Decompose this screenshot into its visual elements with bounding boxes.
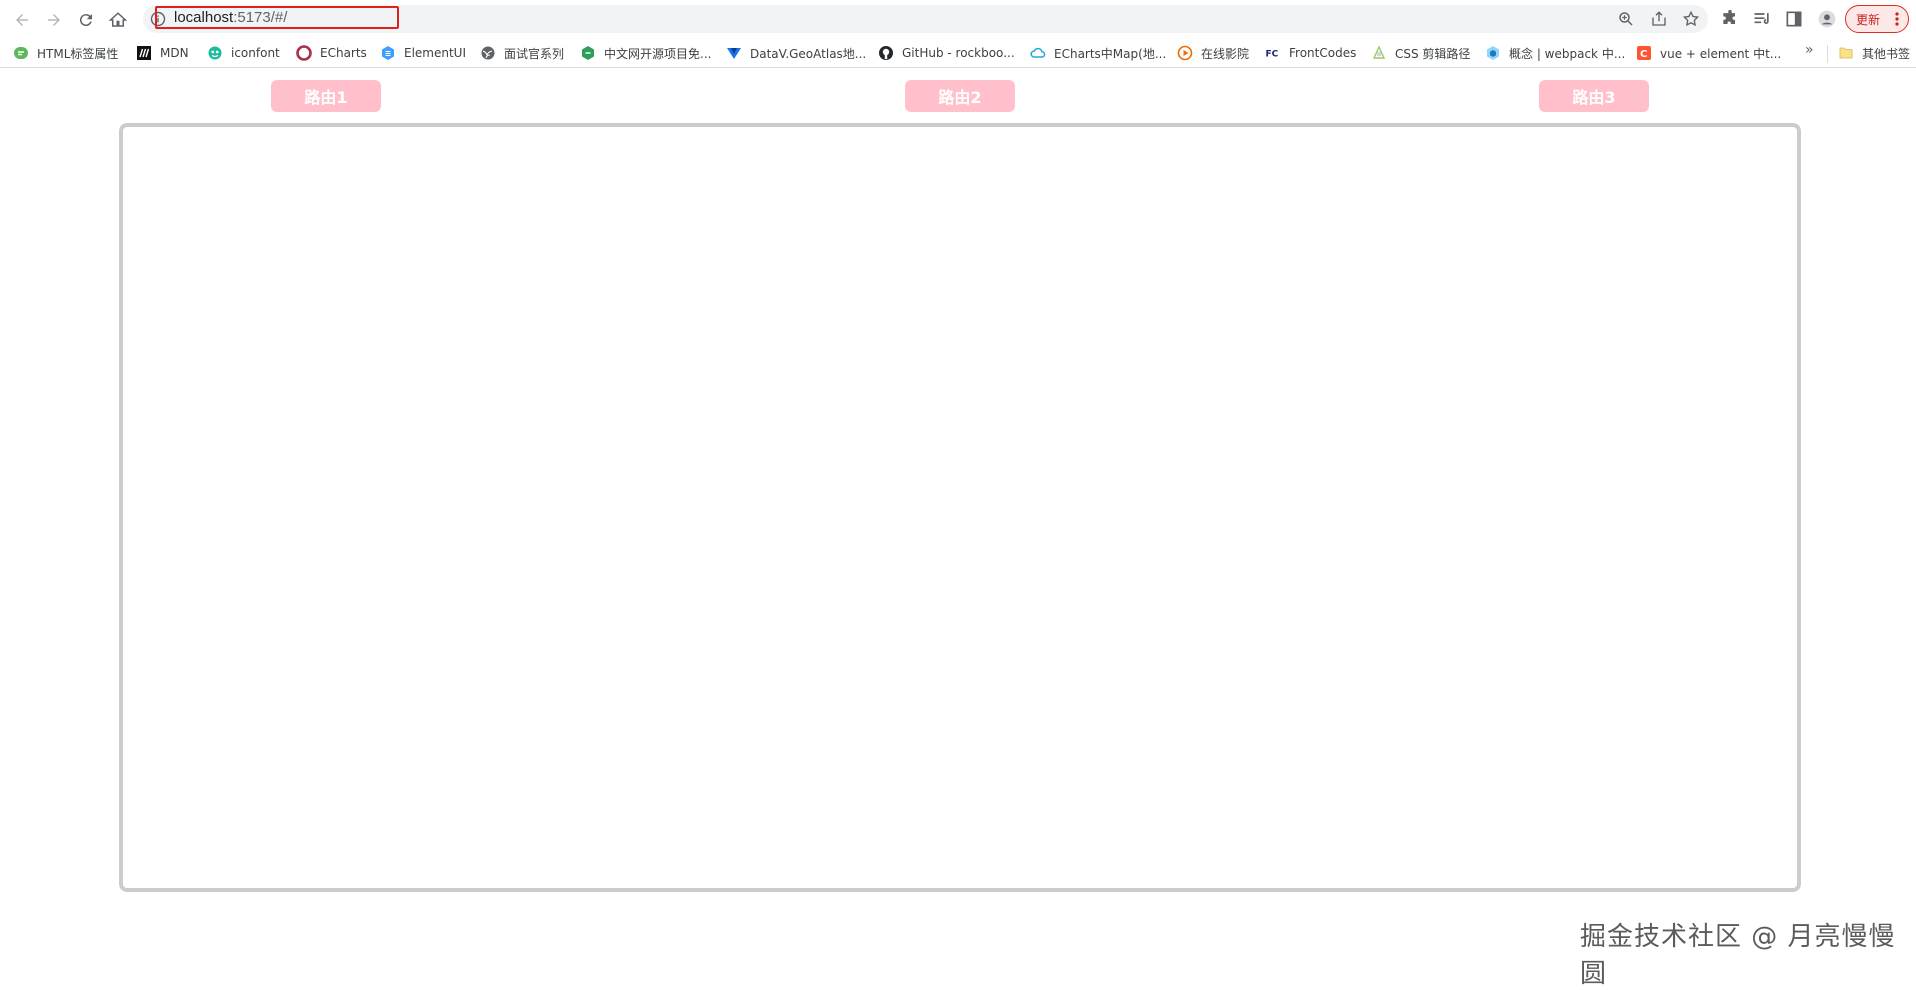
bookmark-item[interactable]: HTML标签属性 <box>13 43 118 63</box>
bookmark-item[interactable]: 在线影院 <box>1177 43 1249 63</box>
forward-button[interactable] <box>41 7 67 33</box>
bookmarks-overflow-button[interactable]: » <box>1805 42 1814 58</box>
route-link-2[interactable]: 路由2 <box>905 80 1015 112</box>
bookmark-item[interactable]: 面试官系列 <box>480 43 564 63</box>
bookmark-star-button[interactable] <box>1682 10 1700 28</box>
reload-button[interactable] <box>73 7 99 33</box>
menu-dots-icon <box>1895 12 1899 26</box>
bookmark-label: vue + element 中t... <box>1660 46 1782 61</box>
bookmark-item[interactable]: FC FrontCodes <box>1265 43 1357 63</box>
bookmark-item[interactable]: ECharts <box>296 43 367 63</box>
bookmark-label: 在线影院 <box>1201 46 1250 61</box>
bookmark-item[interactable]: MDN <box>136 43 189 63</box>
update-label: 更新 <box>1856 12 1881 27</box>
bookmark-label: 概念 | webpack 中... <box>1509 46 1626 61</box>
bookmark-label: CSS 剪辑路径 <box>1395 46 1471 61</box>
bookmark-item[interactable]: iconfont <box>207 43 280 63</box>
svg-text:FC: FC <box>1266 50 1279 60</box>
css-clip-icon <box>1371 45 1387 61</box>
zoom-button[interactable] <box>1617 10 1635 28</box>
opensource-icon <box>580 45 596 61</box>
bookmark-item[interactable]: ElementUI <box>380 43 466 63</box>
bookmark-label: ECharts <box>320 46 367 60</box>
folder-icon <box>1838 45 1854 61</box>
mdn-icon <box>136 45 152 61</box>
bookmark-label: 中文网开源项目免... <box>604 46 712 61</box>
cloud-icon <box>1030 45 1046 61</box>
watermark: 掘金技术社区 @ 月亮慢慢圆 <box>1580 922 1896 989</box>
bookmark-item[interactable]: C vue + element 中t... <box>1636 43 1781 63</box>
puzzle-icon <box>1723 9 1735 24</box>
home-button[interactable] <box>105 7 131 33</box>
svg-text:C: C <box>1640 49 1647 60</box>
reading-list-button[interactable] <box>1752 9 1772 29</box>
router-view-container <box>119 123 1801 892</box>
arrow-right-icon <box>48 14 60 26</box>
csdn-icon: C <box>1636 45 1652 61</box>
back-button[interactable] <box>9 7 35 33</box>
elementui-icon <box>380 45 396 61</box>
star-icon <box>1682 10 1700 27</box>
globe-icon <box>480 45 496 61</box>
share-button[interactable] <box>1650 10 1668 28</box>
avatar-icon <box>1818 10 1836 28</box>
bookmark-label: FrontCodes <box>1289 46 1357 60</box>
bookmark-item[interactable]: CSS 剪辑路径 <box>1371 43 1470 63</box>
bookmark-label: GitHub - rockboo... <box>902 46 1015 60</box>
html-bookmark-icon <box>13 45 29 61</box>
media-list-icon <box>1754 13 1769 24</box>
bookmark-label: DataV.GeoAtlas地... <box>750 46 867 61</box>
bookmark-item[interactable]: ECharts中Map(地... <box>1030 43 1166 63</box>
bookmark-item[interactable]: 概念 | webpack 中... <box>1485 43 1625 63</box>
extensions-button[interactable] <box>1720 9 1740 29</box>
bookmark-label: HTML标签属性 <box>37 46 119 61</box>
home-icon <box>109 12 127 27</box>
bookmark-label: MDN <box>160 46 189 60</box>
bookmark-item[interactable]: 中文网开源项目免... <box>580 43 711 63</box>
side-panel-button[interactable] <box>1784 9 1804 29</box>
bookmark-label: ECharts中Map(地... <box>1054 46 1167 61</box>
arrow-left-icon <box>16 14 28 26</box>
echarts-icon <box>296 45 312 61</box>
bookmark-label: ElementUI <box>404 46 467 60</box>
update-button[interactable]: 更新 <box>1845 5 1909 33</box>
other-bookmarks-label: 其他书签 <box>1862 46 1911 61</box>
bookmarks-divider <box>1827 45 1828 63</box>
bookmark-label: iconfont <box>231 46 280 60</box>
share-icon <box>1652 11 1666 26</box>
datav-icon <box>726 45 742 61</box>
zoom-icon <box>1619 12 1633 26</box>
github-icon <box>878 45 894 61</box>
route-link-3[interactable]: 路由3 <box>1539 80 1649 112</box>
fc-icon: FC <box>1265 45 1281 61</box>
route-link-1[interactable]: 路由1 <box>271 80 381 112</box>
side-panel-icon <box>1786 11 1802 27</box>
browser-toolbar: localhost:5173/#/ 更新 <box>0 0 1916 38</box>
profile-button[interactable] <box>1817 9 1837 29</box>
iconfont-icon <box>207 45 223 61</box>
bookmark-label: 面试官系列 <box>504 46 565 61</box>
bookmarks-bar: HTML标签属性 MDN iconfont ECharts ElementUI … <box>0 38 1916 68</box>
webpack-icon <box>1485 45 1501 61</box>
other-bookmarks-folder[interactable]: 其他书签 <box>1838 43 1910 63</box>
bookmark-item[interactable]: DataV.GeoAtlas地... <box>726 43 866 63</box>
bookmark-item[interactable]: GitHub - rockboo... <box>878 43 1015 63</box>
url-highlight-annotation <box>155 6 399 29</box>
reload-icon <box>79 14 92 27</box>
play-icon <box>1177 45 1193 61</box>
